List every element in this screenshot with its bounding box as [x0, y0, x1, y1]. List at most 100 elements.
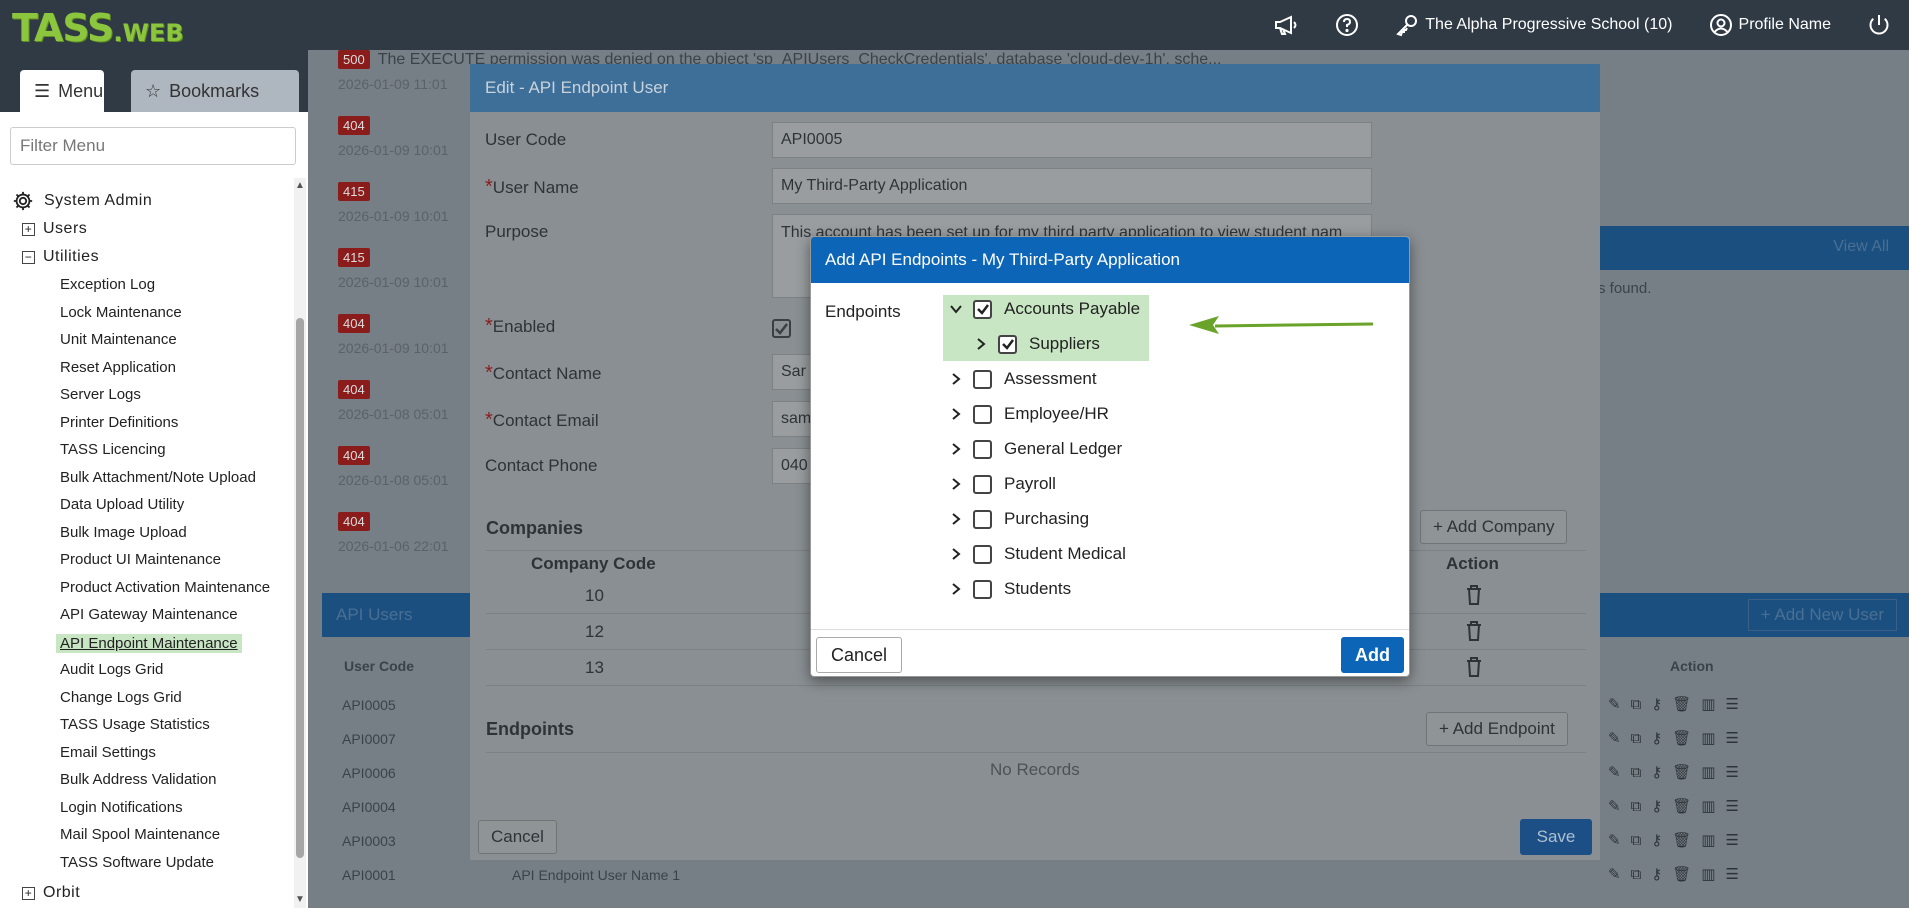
sidebar-item[interactable]: Audit Logs Grid [60, 661, 163, 678]
error-date: 2026-01-09 10:01 [338, 340, 449, 356]
edit-cancel-button[interactable]: Cancel [478, 820, 557, 854]
endpoint-node[interactable]: General Ledger [949, 439, 1122, 459]
endpoint-checkbox[interactable] [973, 509, 992, 529]
endpoint-checkbox[interactable] [973, 369, 992, 389]
sidebar-item[interactable]: Exception Log [60, 276, 155, 293]
trash-icon[interactable] [1465, 620, 1483, 647]
view-all-link[interactable]: View All [1833, 238, 1889, 256]
enabled-checkbox[interactable] [772, 319, 791, 338]
chevron-right-icon[interactable] [949, 512, 963, 526]
announcements-button[interactable] [1273, 14, 1299, 36]
menu-tree: System Admin + Users − Utilities Excepti… [0, 178, 290, 908]
row-actions-icon[interactable]: ✎⧉⚷🗑▥☰ [1608, 797, 1749, 815]
hamburger-icon: ☰ [34, 80, 51, 101]
sidebar-item[interactable]: Bulk Image Upload [60, 524, 187, 541]
sidebar-item[interactable]: Lock Maintenance [60, 304, 182, 321]
add-company-button[interactable]: + Add Company [1420, 510, 1568, 544]
endpoint-checkbox[interactable] [973, 439, 992, 459]
tab-menu[interactable]: ☰ Menu [20, 70, 104, 112]
row-actions-icon[interactable]: ✎⧉⚷🗑▥☰ [1608, 831, 1749, 849]
trash-icon[interactable] [1465, 656, 1483, 683]
sidebar-item[interactable]: Login Notifications [60, 799, 183, 816]
add-new-user-button[interactable]: + Add New User [1747, 599, 1897, 631]
company-code: 10 [585, 586, 604, 605]
menu-system-admin[interactable]: System Admin [12, 190, 152, 212]
endpoint-node[interactable]: Payroll [949, 474, 1056, 494]
chevron-right-icon[interactable] [949, 547, 963, 561]
chevron-right-icon[interactable] [949, 477, 963, 491]
sidebar-item[interactable]: Reset Application [60, 359, 176, 376]
add-cancel-button[interactable]: Cancel [816, 637, 902, 673]
user-code-field[interactable]: API0005 [772, 122, 1372, 158]
chevron-right-icon[interactable] [949, 582, 963, 596]
endpoint-node[interactable]: Accounts Payable [949, 299, 1140, 319]
row-actions-icon[interactable]: ✎⧉⚷🗑▥☰ [1608, 729, 1749, 747]
trash-icon[interactable] [1465, 584, 1483, 611]
sidebar-item[interactable]: Unit Maintenance [60, 331, 177, 348]
sidebar-item[interactable]: API Gateway Maintenance [60, 606, 238, 623]
sidebar-item[interactable]: API Endpoint Maintenance [56, 633, 242, 653]
endpoint-checkbox[interactable] [973, 299, 992, 319]
endpoint-checkbox[interactable] [973, 544, 992, 564]
contact-email-label: *Contact Email [485, 409, 599, 431]
endpoint-label: Employee/HR [1004, 404, 1109, 423]
contact-name-field[interactable]: Sar [772, 354, 812, 390]
chevron-right-icon[interactable] [974, 337, 988, 351]
row-actions-icon[interactable]: ✎⧉⚷🗑▥☰ [1608, 695, 1749, 713]
chevron-down-icon[interactable] [949, 302, 963, 316]
sidebar-item[interactable]: Product Activation Maintenance [60, 579, 270, 596]
endpoint-label: Assessment [1004, 369, 1097, 388]
endpoint-node[interactable]: Student Medical [949, 544, 1126, 564]
endpoint-checkbox[interactable] [973, 579, 992, 599]
sidebar-scrollbar[interactable]: ▲ ▼ [294, 178, 306, 908]
sidebar-item[interactable]: Email Settings [60, 744, 156, 761]
user-name-field[interactable]: My Third-Party Application [772, 168, 1372, 204]
add-endpoint-button[interactable]: + Add Endpoint [1426, 712, 1568, 746]
endpoint-node[interactable]: Employee/HR [949, 404, 1109, 424]
sidebar-item[interactable]: Change Logs Grid [60, 689, 182, 706]
chevron-right-icon[interactable] [949, 372, 963, 386]
menu-orbit[interactable]: + Orbit [22, 884, 80, 902]
tass-logo[interactable]: TASS.WEB [12, 6, 184, 50]
sidebar-item[interactable]: TASS Software Update [60, 854, 214, 871]
sidebar-item[interactable]: Mail Spool Maintenance [60, 826, 220, 843]
school-selector[interactable]: The Alpha Progressive School (10) [1395, 13, 1673, 37]
contact-phone-label: Contact Phone [485, 456, 598, 475]
chevron-right-icon[interactable] [949, 407, 963, 421]
help-button[interactable] [1335, 13, 1359, 37]
scroll-up-icon[interactable]: ▲ [295, 180, 305, 191]
add-confirm-button[interactable]: Add [1341, 637, 1404, 673]
menu-utilities[interactable]: − Utilities [22, 248, 99, 266]
sidebar-item[interactable]: Bulk Attachment/Note Upload [60, 469, 256, 486]
scrollbar-thumb[interactable] [296, 318, 304, 858]
profile-button[interactable]: Profile Name [1709, 13, 1831, 37]
endpoint-node[interactable]: Students [949, 579, 1071, 599]
tab-bookmarks[interactable]: ☆ Bookmarks [131, 70, 299, 112]
endpoint-checkbox[interactable] [998, 334, 1017, 354]
sidebar-item[interactable]: Data Upload Utility [60, 496, 184, 513]
contact-email-field[interactable]: sam [772, 401, 812, 437]
sidebar-item[interactable]: Server Logs [60, 386, 141, 403]
endpoint-checkbox[interactable] [973, 404, 992, 424]
contact-phone-field[interactable]: 040 [772, 448, 812, 484]
endpoint-node[interactable]: Assessment [949, 369, 1097, 389]
sidebar-item[interactable]: Product UI Maintenance [60, 551, 221, 568]
endpoint-node[interactable]: Purchasing [949, 509, 1089, 529]
row-actions-icon[interactable]: ✎⧉⚷🗑▥☰ [1608, 865, 1749, 883]
endpoint-label: Suppliers [1029, 334, 1100, 353]
add-modal-title: Add API Endpoints - My Third-Party Appli… [811, 237, 1409, 283]
sidebar-item[interactable]: Printer Definitions [60, 414, 178, 431]
endpoint-node[interactable]: Suppliers [974, 334, 1100, 354]
filter-menu-input[interactable] [10, 127, 296, 165]
edit-save-button[interactable]: Save [1520, 819, 1592, 855]
sidebar-item[interactable]: TASS Licencing [60, 441, 166, 458]
endpoint-checkbox[interactable] [973, 474, 992, 494]
logout-button[interactable] [1867, 13, 1891, 37]
sidebar-item[interactable]: Bulk Address Validation [60, 771, 216, 788]
scroll-down-icon[interactable]: ▼ [295, 894, 305, 905]
table-row: API0001 [342, 867, 396, 883]
chevron-right-icon[interactable] [949, 442, 963, 456]
sidebar-item[interactable]: TASS Usage Statistics [60, 716, 210, 733]
menu-users[interactable]: + Users [22, 220, 87, 238]
row-actions-icon[interactable]: ✎⧉⚷🗑▥☰ [1608, 763, 1749, 781]
